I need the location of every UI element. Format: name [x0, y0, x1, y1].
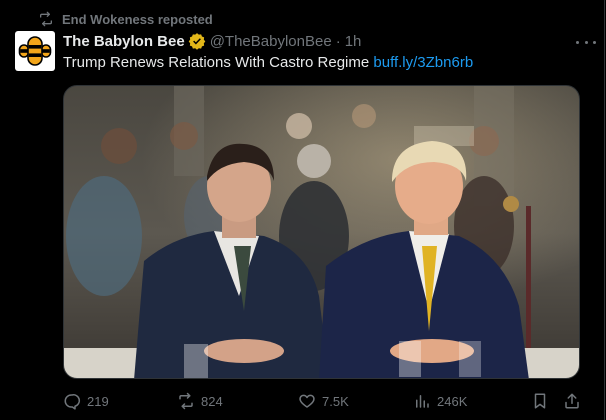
repost-count: 824: [201, 393, 223, 409]
repost-text: End Wokeness reposted: [62, 11, 213, 27]
view-count: 246K: [437, 393, 468, 409]
share-icon: [565, 393, 579, 409]
verified-badge-icon[interactable]: [188, 32, 206, 50]
tweet-header: The Babylon Bee @TheBabylonBee · 1h: [63, 31, 584, 51]
photo-illustration: [64, 86, 579, 378]
tweet-link[interactable]: buff.ly/3Zbn6rb: [373, 54, 473, 71]
timestamp[interactable]: 1h: [345, 33, 362, 50]
reply-icon: [64, 394, 81, 410]
bookmark-button[interactable]: [531, 390, 549, 412]
action-bar: 219 824 7.5K 246K: [63, 390, 588, 412]
repost-icon: [40, 11, 52, 27]
separator: ·: [335, 32, 341, 50]
reply-button[interactable]: 219: [63, 390, 109, 412]
display-name[interactable]: The Babylon Bee: [63, 33, 185, 50]
repost-context[interactable]: End Wokeness reposted: [38, 10, 213, 28]
bookmark-icon: [534, 393, 546, 409]
heart-icon: [299, 394, 315, 408]
tweet-text: Trump Renews Relations With Castro Regim…: [63, 54, 473, 71]
handle[interactable]: @TheBabylonBee: [210, 33, 332, 50]
share-button[interactable]: [563, 390, 581, 412]
tweet-card[interactable]: End Wokeness reposted The Babylon Bee @T…: [0, 0, 605, 420]
tweet-image[interactable]: [63, 85, 580, 379]
like-button[interactable]: 7.5K: [298, 390, 349, 412]
repost-button[interactable]: 824: [177, 390, 223, 412]
like-count: 7.5K: [322, 393, 349, 409]
more-options-icon[interactable]: [576, 36, 596, 48]
tweet-body: Trump Renews Relations With Castro Regim…: [63, 54, 370, 71]
reply-count: 219: [87, 393, 109, 409]
bee-logo-icon: [18, 36, 52, 66]
avatar[interactable]: [15, 31, 55, 71]
repost-icon: [179, 392, 193, 410]
views-button[interactable]: 246K: [413, 390, 467, 412]
analytics-icon: [416, 395, 429, 408]
